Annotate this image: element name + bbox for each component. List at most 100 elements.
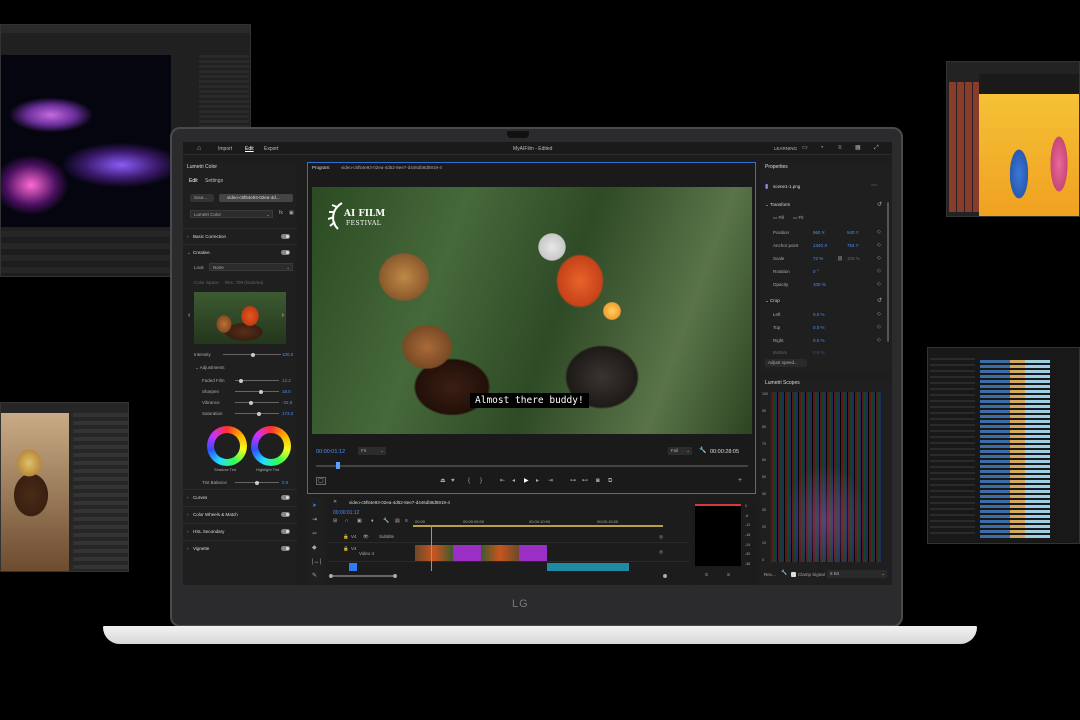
markers-icon[interactable]: ▣ bbox=[357, 519, 362, 524]
curves-toggle[interactable] bbox=[281, 495, 290, 500]
tab-settings[interactable]: Settings bbox=[205, 178, 223, 184]
look-preview-thumbnail[interactable]: ‹ › bbox=[188, 292, 286, 344]
keyframe-icon[interactable]: ◇ bbox=[877, 312, 881, 317]
menu-export[interactable]: Export bbox=[264, 146, 278, 152]
ripple-edit-icon[interactable]: ⇿ bbox=[312, 531, 317, 537]
delete-icon[interactable]: ▣ bbox=[289, 211, 294, 216]
adjust-value[interactable]: 18.0 bbox=[282, 389, 291, 394]
track-lock-icon[interactable]: 🔒 bbox=[343, 546, 349, 552]
track-toggle-icon[interactable]: ◎ bbox=[659, 549, 663, 555]
play-icon[interactable]: ▶ bbox=[524, 478, 529, 484]
bit-depth-select[interactable]: 8 Bit ⌄ bbox=[827, 570, 887, 578]
tint-balance-value[interactable]: 0.0 bbox=[282, 480, 288, 485]
marker-icon[interactable]: ♥ bbox=[451, 478, 455, 484]
hsl-secondary-toggle[interactable] bbox=[281, 529, 290, 534]
section-hsl-secondary[interactable]: › HSL Secondary bbox=[183, 523, 297, 539]
notification-icon[interactable]: ◔ bbox=[820, 145, 824, 151]
adjust-slider[interactable] bbox=[235, 411, 279, 416]
crop-row-value[interactable]: 0.0 % bbox=[813, 338, 825, 343]
clip-thumbnail[interactable] bbox=[415, 545, 453, 561]
tab-edit[interactable]: Edit bbox=[189, 178, 198, 184]
linked-icon[interactable]: ∩ bbox=[345, 519, 349, 524]
timeline-timecode[interactable]: 00:00:01:12 bbox=[333, 510, 359, 516]
track-lock-icon[interactable]: 🔒 bbox=[343, 534, 349, 540]
adjust-value[interactable]: 12.2 bbox=[282, 378, 291, 383]
scope-rec-select[interactable]: Rec... bbox=[764, 572, 776, 577]
audio-clip-blue[interactable] bbox=[349, 563, 357, 571]
adjust-slider[interactable] bbox=[235, 378, 279, 383]
in-point-icon[interactable]: { bbox=[468, 478, 470, 484]
keyframe-icon[interactable]: ◇ bbox=[877, 230, 881, 235]
transform-header[interactable]: ⌄ Transform bbox=[765, 202, 790, 208]
slider-knob[interactable] bbox=[255, 480, 259, 485]
scrub-playhead[interactable] bbox=[336, 462, 340, 469]
crop-row-value[interactable]: 0.0 % bbox=[813, 312, 825, 317]
clip-chip[interactable]: video-c5f54e93-02ea-4d... bbox=[219, 194, 293, 202]
menu-edit[interactable]: Edit bbox=[245, 146, 254, 152]
shadow-tint-wheel[interactable] bbox=[207, 426, 247, 466]
keyframe-icon[interactable]: ◇ bbox=[877, 325, 881, 330]
menu-icon[interactable]: ≡ bbox=[838, 145, 842, 151]
fit-select[interactable]: Fit ⌄ bbox=[358, 447, 386, 455]
more-options-icon[interactable]: ⋯ bbox=[871, 183, 877, 189]
insert-icon[interactable]: ⊶ bbox=[570, 478, 576, 484]
fullscreen-icon[interactable]: ⤢ bbox=[874, 145, 879, 151]
look-prev-icon[interactable]: ‹ bbox=[188, 312, 190, 319]
clip-thumbnail[interactable] bbox=[481, 545, 519, 561]
crop-row-value[interactable]: 0.0 % bbox=[813, 325, 825, 330]
camera-icon[interactable]: ◙ bbox=[596, 478, 600, 484]
basic-correction-toggle[interactable] bbox=[281, 234, 290, 239]
current-timecode[interactable]: 00:00:01:12 bbox=[316, 449, 345, 455]
fx-icon[interactable]: fx bbox=[279, 211, 283, 216]
razor-tool-icon[interactable]: ◆ bbox=[312, 545, 317, 551]
section-basic-correction[interactable]: › Basic Correction bbox=[183, 228, 297, 244]
slider-knob[interactable] bbox=[239, 378, 243, 383]
prop-value-1[interactable]: 72 % bbox=[813, 256, 823, 261]
adjust-slider[interactable] bbox=[235, 400, 279, 405]
prop-value-1[interactable]: 1340 X bbox=[813, 243, 827, 248]
close-icon[interactable]: ✕ bbox=[333, 500, 337, 505]
export-frame-icon[interactable]: ⧉ bbox=[608, 478, 612, 484]
creative-toggle[interactable] bbox=[281, 250, 290, 255]
track-toggle-icon[interactable]: ◎ bbox=[659, 534, 663, 540]
meter-channel-right[interactable]: S bbox=[727, 572, 730, 577]
prop-value-1[interactable]: 960 X bbox=[813, 230, 825, 235]
adjust-slider[interactable] bbox=[235, 389, 279, 394]
fit-option[interactable]: ▭ Fit bbox=[793, 215, 804, 221]
prop-value-1[interactable]: 100 % bbox=[813, 282, 826, 287]
properties-scrollbar[interactable] bbox=[887, 202, 889, 342]
audio-clip-teal[interactable] bbox=[547, 563, 629, 571]
track-visibility-icon[interactable]: 👁 bbox=[363, 534, 369, 540]
step-forward-icon[interactable]: ▸ bbox=[536, 478, 539, 484]
adjust-speed-button[interactable]: Adjust speed... bbox=[765, 359, 807, 367]
effect-select[interactable]: Lumetri Color ⌄ bbox=[190, 210, 273, 218]
keyframe-icon[interactable]: ◇ bbox=[877, 243, 881, 248]
go-to-in-icon[interactable]: ⇤ bbox=[500, 478, 505, 484]
highlight-tint-wheel[interactable] bbox=[251, 426, 291, 466]
zoom-handle[interactable] bbox=[663, 574, 667, 578]
go-to-out-icon[interactable]: ⇥ bbox=[548, 478, 553, 484]
timeline-playhead[interactable] bbox=[431, 525, 432, 571]
tracks-icon[interactable]: ≡ bbox=[405, 519, 408, 524]
clamp-signal-checkbox[interactable] bbox=[791, 572, 796, 577]
keyframe-icon[interactable]: ◇ bbox=[877, 338, 881, 343]
timeline-scroll[interactable] bbox=[329, 574, 667, 578]
panel-icon[interactable]: ▭ bbox=[802, 145, 808, 151]
section-curves[interactable]: › Curves bbox=[183, 489, 297, 505]
clip-purple[interactable] bbox=[519, 545, 547, 561]
out-point-icon[interactable]: } bbox=[480, 478, 482, 484]
overwrite-icon[interactable]: ⊷ bbox=[582, 478, 588, 484]
intensity-slider[interactable] bbox=[223, 352, 281, 357]
snap-icon[interactable]: ⊞ bbox=[333, 519, 337, 524]
slider-knob[interactable] bbox=[251, 352, 255, 357]
subtitle-caption[interactable]: Almost there buddy! bbox=[470, 393, 589, 408]
add-icon[interactable]: + bbox=[738, 477, 742, 484]
adjust-value[interactable]: -32.6 bbox=[282, 400, 292, 405]
wrench-icon[interactable]: 🔧 bbox=[699, 448, 706, 454]
section-creative[interactable]: ⌄ Creative bbox=[183, 244, 297, 260]
video-frame[interactable]: AI FILM FESTIVAL Almost there buddy! bbox=[312, 187, 752, 434]
crop-row-value[interactable]: 0.0 % bbox=[813, 350, 825, 355]
meter-channel-left[interactable]: S bbox=[705, 572, 708, 577]
intensity-value[interactable]: 100.0 bbox=[282, 352, 293, 357]
adjust-value[interactable]: 173.2 bbox=[282, 411, 293, 416]
